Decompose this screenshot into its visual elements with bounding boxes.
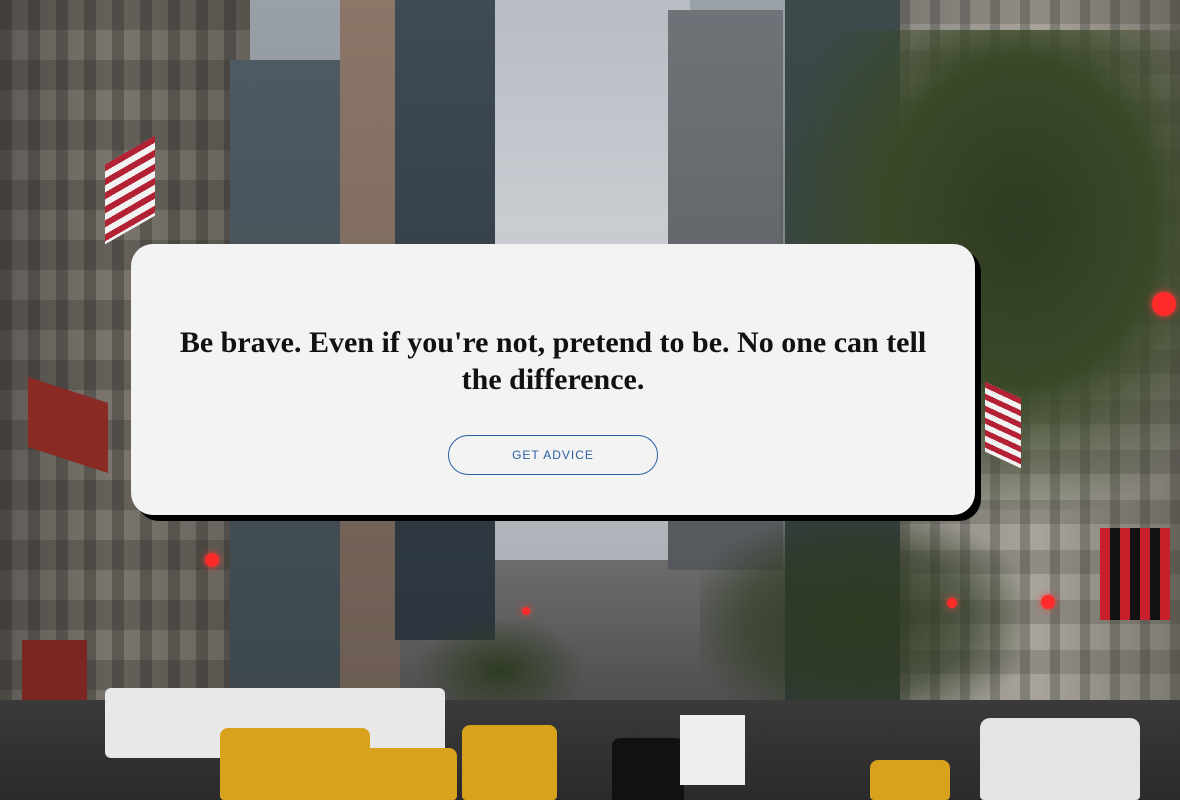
traffic-light-icon bbox=[522, 607, 530, 615]
traffic-light-icon bbox=[205, 553, 219, 567]
ambulance bbox=[680, 715, 745, 785]
quote-card: Be brave. Even if you're not, pretend to… bbox=[131, 244, 975, 515]
traffic-light-icon bbox=[1152, 292, 1176, 316]
traffic-light-icon bbox=[1041, 595, 1055, 609]
white-van bbox=[980, 718, 1140, 800]
taxi bbox=[220, 728, 370, 800]
taxi bbox=[870, 760, 950, 800]
advice-quote: Be brave. Even if you're not, pretend to… bbox=[179, 326, 927, 396]
fridays-sign bbox=[1100, 528, 1170, 620]
traffic-light-icon bbox=[947, 598, 957, 608]
awning-left-lower bbox=[22, 640, 87, 700]
get-advice-button[interactable]: GET ADVICE bbox=[448, 435, 658, 475]
tree-street-right bbox=[700, 520, 1020, 720]
taxi bbox=[362, 748, 457, 800]
taxi bbox=[462, 725, 557, 800]
black-car bbox=[612, 738, 684, 800]
